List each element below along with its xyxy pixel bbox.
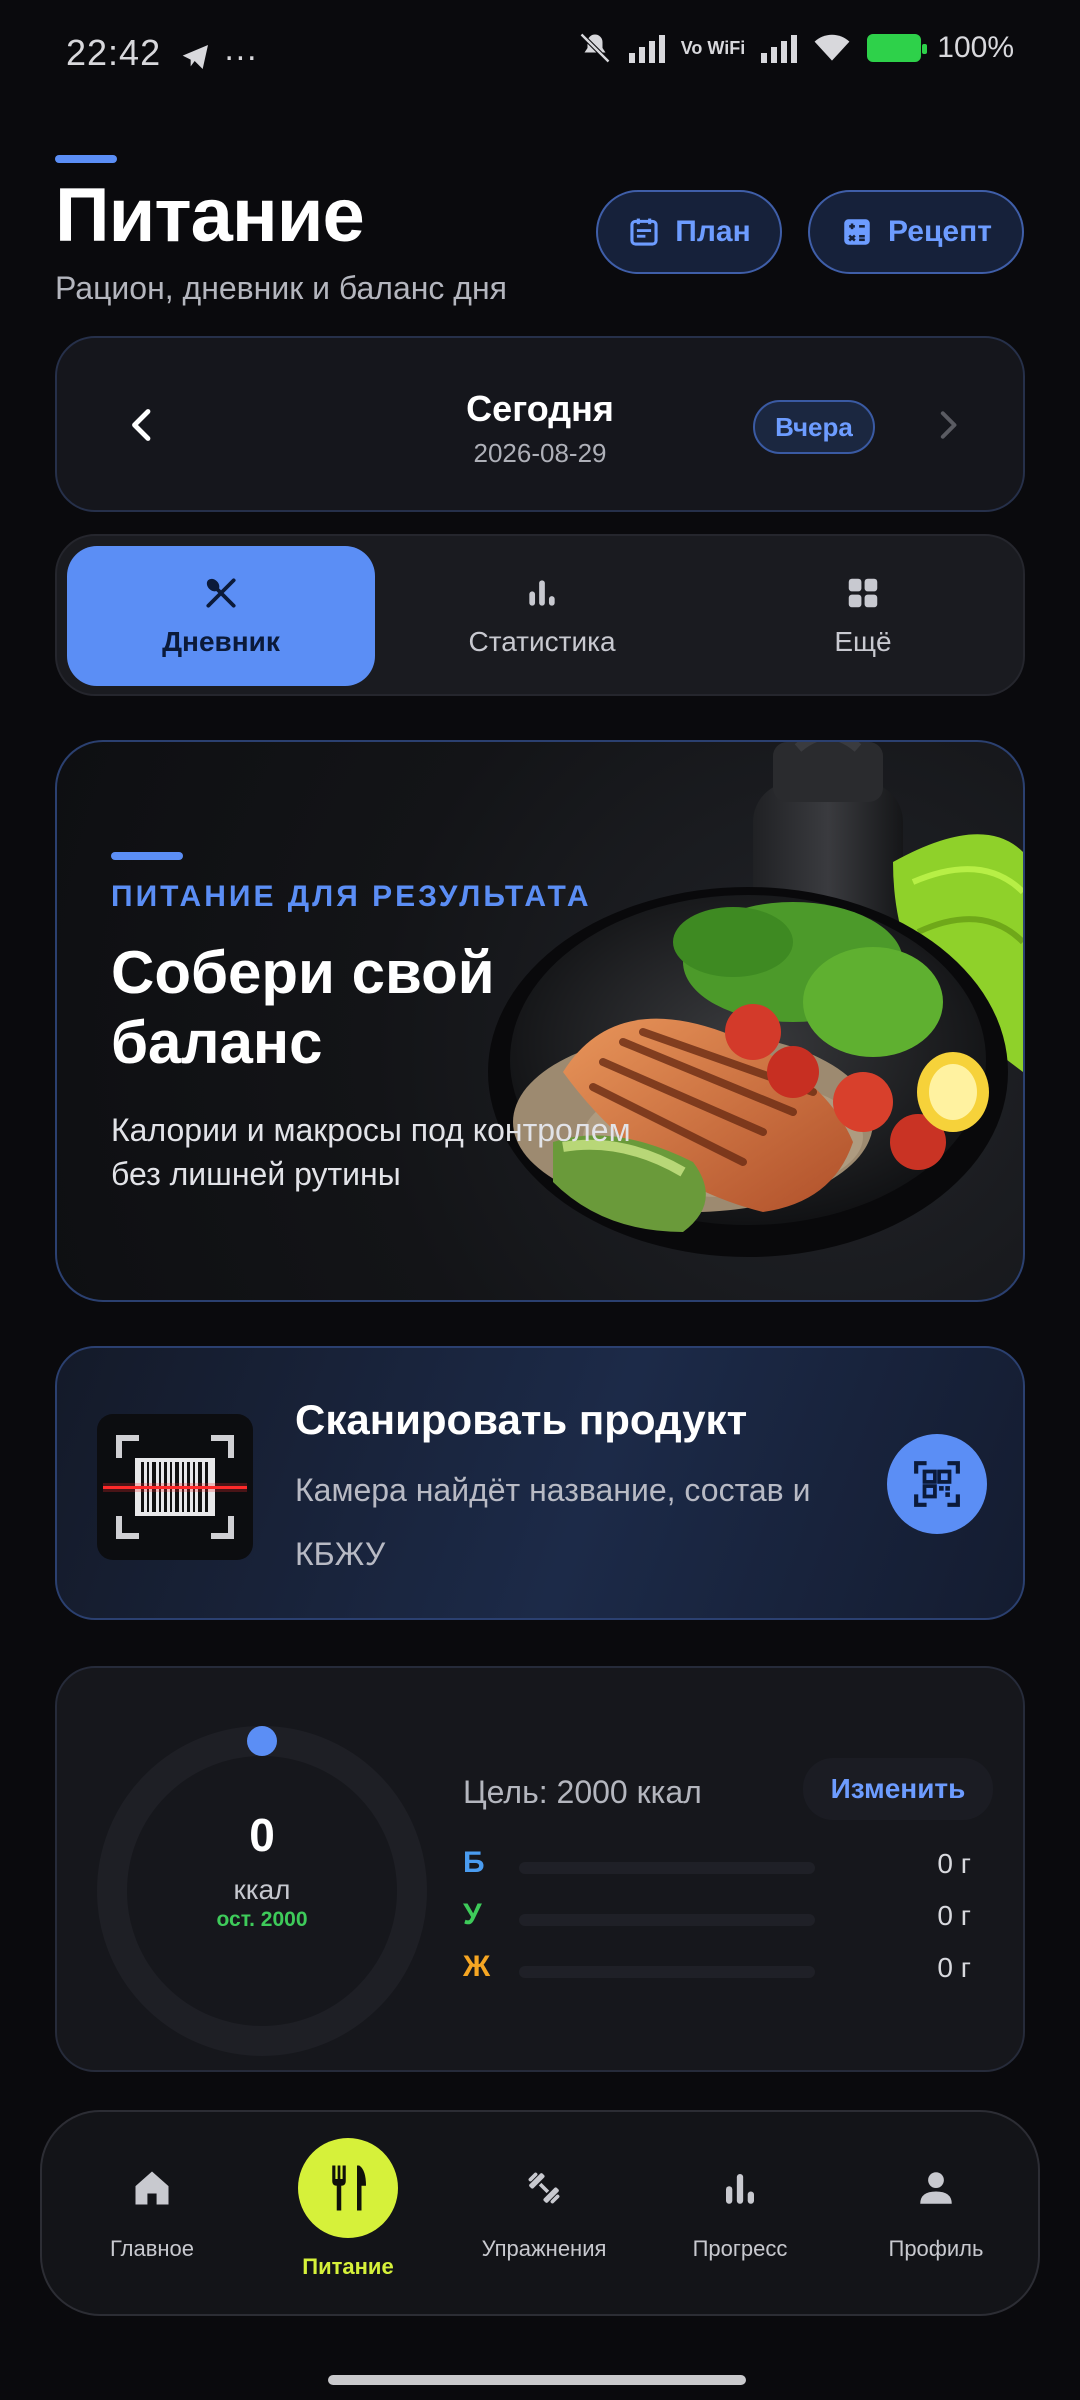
tab-statistics-label: Статистика <box>468 626 616 657</box>
bar-chart-icon <box>718 2166 762 2210</box>
mute-icon <box>579 32 610 64</box>
recipe-button[interactable]: Рецепт <box>808 190 1024 274</box>
hero-banner[interactable]: ПИТАНИЕ ДЛЯ РЕЗУЛЬТАТА Собери свой балан… <box>55 740 1025 1302</box>
home-icon <box>130 2166 174 2210</box>
home-indicator[interactable] <box>328 2375 746 2385</box>
nav-profile[interactable]: Профиль <box>838 2112 1034 2318</box>
status-right-icons: Vo WiFi 100% <box>577 30 1014 66</box>
tab-more[interactable]: Ещё <box>709 546 1017 686</box>
battery-icon <box>867 34 928 62</box>
nav-exercises[interactable]: Упражнения <box>446 2112 642 2318</box>
section-tabs: Дневник Статистика Ещё <box>55 534 1025 696</box>
scan-product-card[interactable]: Сканировать продукт Камера найдёт назван… <box>55 1346 1025 1620</box>
macro-protein-value: 0 г <box>937 1848 971 1879</box>
signal-icon-2 <box>761 33 798 63</box>
macro-fat-bar <box>519 1966 815 1978</box>
nav-nutrition[interactable]: Питание <box>250 2112 446 2318</box>
calorie-summary-card: 0 ккал ост. 2000 Цель: 2000 ккал Изменит… <box>55 1666 1025 2072</box>
macro-protein: Б 0 г <box>463 1846 1029 1886</box>
signal-icon <box>628 33 665 63</box>
hero-description: Калории и макросы под контролем без лишн… <box>111 1112 631 1192</box>
hero-accent-line <box>111 852 183 860</box>
tab-statistics[interactable]: Статистика <box>388 546 696 686</box>
status-time: 22:42 <box>66 32 162 73</box>
grid-icon <box>848 578 878 608</box>
date-value: 2026-08-29 <box>473 438 607 468</box>
page-title: Питание <box>55 173 365 258</box>
calories-remaining: ост. 2000 <box>216 1908 308 1931</box>
plan-button-label: План <box>675 215 751 248</box>
tab-diary-label: Дневник <box>162 626 280 657</box>
bottom-navigation: Главное Питание Упражнения Прогресс Проф… <box>40 2110 1040 2316</box>
telegram-icon <box>182 45 208 70</box>
calories-unit: ккал <box>233 1874 291 1905</box>
macro-carbs-value: 0 г <box>937 1900 971 1931</box>
chevron-right-icon <box>940 411 957 439</box>
calories-consumed: 0 <box>249 1809 275 1861</box>
calculator-icon <box>844 219 870 245</box>
qr-scan-icon <box>914 1461 960 1507</box>
fork-knife-icon <box>298 2138 398 2238</box>
macro-protein-bar <box>519 1862 815 1874</box>
page-subtitle: Рацион, дневник и баланс дня <box>55 270 507 306</box>
nav-home[interactable]: Главное <box>54 2112 250 2318</box>
hero-kicker: ПИТАНИЕ ДЛЯ РЕЗУЛЬТАТА <box>111 880 592 913</box>
macro-carbs-letter: У <box>463 1898 482 1931</box>
calendar-icon <box>630 218 658 246</box>
nav-exercises-label: Упражнения <box>481 2236 607 2261</box>
calorie-goal: Цель: 2000 ккал <box>463 1774 702 1810</box>
macro-carbs-bar <box>519 1914 815 1926</box>
macro-carbs: У 0 г <box>463 1898 1029 1938</box>
tab-diary[interactable]: Дневник <box>67 546 375 686</box>
nav-progress-label: Прогресс <box>692 2236 788 2261</box>
status-bar: 22:42 ··· Vo WiFi 100% <box>0 0 1080 110</box>
nav-progress[interactable]: Прогресс <box>642 2112 838 2318</box>
hero-title: Собери свой баланс <box>111 939 495 1076</box>
status-notification-icons: ··· <box>178 36 257 77</box>
person-icon <box>914 2166 958 2210</box>
scan-button[interactable] <box>887 1434 987 1534</box>
recipe-button-label: Рецепт <box>888 215 992 248</box>
scan-title: Сканировать продукт <box>295 1396 748 1443</box>
yesterday-button[interactable]: Вчера <box>753 400 875 454</box>
nav-profile-label: Профиль <box>888 2236 984 2261</box>
scan-description: Камера найдёт название, состав и КБЖУ <box>295 1472 811 1572</box>
edit-goal-button[interactable]: Изменить <box>803 1758 993 1820</box>
vowifi-label: Vo WiFi <box>680 38 746 58</box>
date-title: Сегодня <box>466 388 614 429</box>
tab-more-label: Ещё <box>834 626 892 657</box>
title-accent-line <box>55 155 117 163</box>
barcode-scan-image <box>97 1414 253 1560</box>
dumbbell-icon <box>522 2166 566 2210</box>
macro-fat-value: 0 г <box>937 1952 971 1983</box>
battery-level: 100% <box>937 31 1014 64</box>
macro-fat: Ж 0 г <box>463 1950 1029 1990</box>
more-notifications-icon: ··· <box>223 37 258 76</box>
macro-protein-letter: Б <box>463 1846 485 1879</box>
nav-home-label: Главное <box>109 2236 195 2261</box>
wifi-icon <box>814 34 850 61</box>
next-day-button[interactable] <box>923 400 973 450</box>
macro-fat-letter: Ж <box>463 1950 491 1983</box>
fork-spoon-icon <box>206 578 236 608</box>
plan-button[interactable]: План <box>596 190 782 274</box>
nav-nutrition-label: Питание <box>302 2254 394 2279</box>
date-navigator: Сегодня 2026-08-29 Вчера <box>55 336 1025 512</box>
bar-chart-icon <box>529 580 555 606</box>
